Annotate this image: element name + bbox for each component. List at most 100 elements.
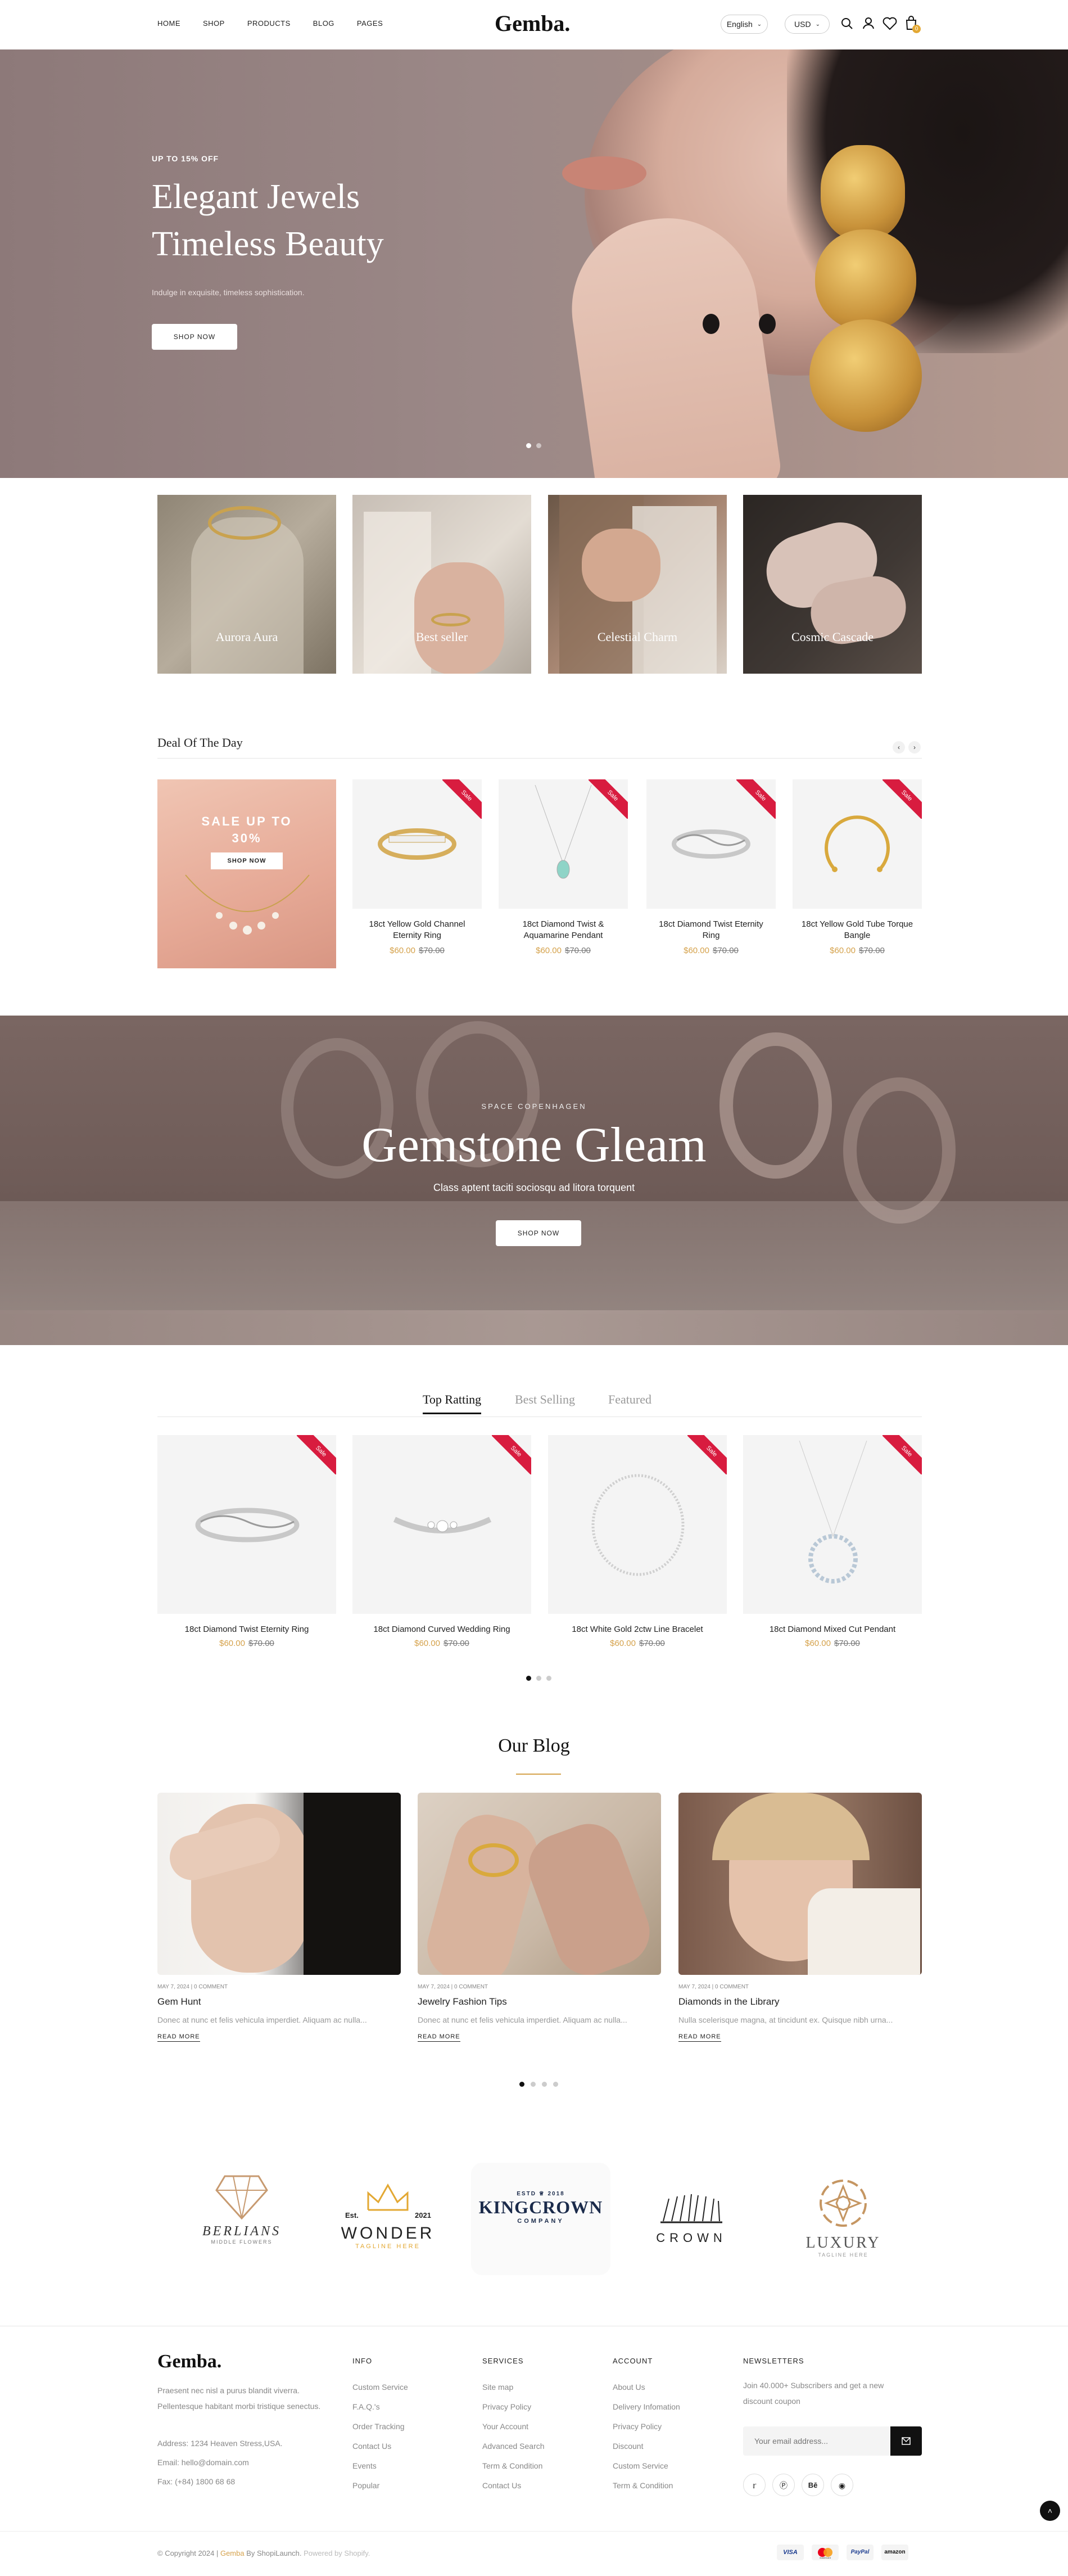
product-name[interactable]: 18ct Diamond Mixed Cut Pendant [743,1624,922,1635]
promo-shop-button[interactable]: SHOP NOW [211,852,283,869]
newsletter-email-input[interactable] [743,2426,889,2456]
banner-shop-button[interactable]: SHOP NOW [496,1220,581,1246]
category-card-celestial-charm[interactable]: Celestial Charm [548,495,727,674]
blog-dot-active[interactable] [519,2082,524,2087]
product-image[interactable]: Sale [499,779,628,909]
brand-logo-wonder[interactable]: Est. 2021 WONDER TAGLINE HERE [320,2182,455,2266]
tab-best-selling[interactable]: Best Selling [515,1392,575,1407]
language-select[interactable]: English ⌄ [721,15,768,34]
footer-link[interactable]: Delivery Infomation [613,2397,725,2417]
blog-image[interactable] [678,1793,922,1975]
deal-promo-card[interactable]: SALE UP TO 30% SHOP NOW [157,779,336,968]
products-dot[interactable] [546,1676,551,1681]
category-card-cosmic-cascade[interactable]: Cosmic Cascade [743,495,922,674]
hero-shop-button[interactable]: SHOP NOW [152,324,237,350]
currency-select[interactable]: USD ⌄ [785,15,830,34]
blog-card[interactable]: MAY 7, 2024 | 0 COMMENT Gem Hunt Donec a… [157,1793,401,2051]
top-product-card[interactable]: Sale 18ct White Gold 2ctw Line Bracelet … [548,1435,727,1660]
pinterest-icon[interactable]: Ⓟ [772,2474,795,2496]
product-image[interactable]: Sale [548,1435,727,1614]
category-card-best-seller[interactable]: Best seller [352,495,531,674]
deal-product-card[interactable]: Sale 18ct Yellow Gold Channel Eternity R… [352,779,482,965]
product-image[interactable]: Sale [646,779,776,909]
copyright-brand-link[interactable]: Gemba [220,2549,245,2557]
product-image[interactable]: Sale [793,779,922,909]
blog-read-more[interactable]: READ MORE [678,2033,721,2042]
product-name[interactable]: 18ct Diamond Curved Wedding Ring [352,1624,531,1635]
hero-dot[interactable] [536,443,541,448]
footer-link[interactable]: Privacy Policy [613,2417,725,2437]
nav-products[interactable]: PRODUCTS [247,19,291,28]
footer-link[interactable]: Privacy Policy [482,2397,595,2417]
deal-product-card[interactable]: Sale 18ct Diamond Twist Eternity Ring $6… [646,779,776,965]
product-image[interactable]: Sale [157,1435,336,1614]
blog-post-title[interactable]: Diamonds in the Library [678,1996,780,2007]
product-name[interactable]: 18ct White Gold 2ctw Line Bracelet [548,1624,727,1635]
top-product-card[interactable]: Sale 18ct Diamond Curved Wedding Ring $6… [352,1435,531,1660]
nav-pages[interactable]: PAGES [357,19,383,28]
tab-featured[interactable]: Featured [608,1392,651,1407]
brand-logo-kingcrown[interactable]: ESTD ♕ 2018 KINGCROWN COMPANY [471,2163,610,2275]
product-name[interactable]: 18ct Yellow Gold Channel Eternity Ring [358,919,476,941]
brand-logo-crown[interactable]: CROWN [624,2193,759,2261]
blog-post-title[interactable]: Jewelry Fashion Tips [418,1996,507,2007]
blog-dot[interactable] [542,2082,547,2087]
footer-link[interactable]: Order Tracking [352,2417,465,2437]
instagram-icon[interactable]: ◉ [831,2474,853,2496]
products-dot[interactable] [536,1676,541,1681]
account-icon[interactable] [862,16,875,30]
search-icon[interactable] [840,17,854,30]
nav-shop[interactable]: SHOP [203,19,225,28]
footer-link[interactable]: Site map [482,2378,595,2397]
footer-link[interactable]: Custom Service [352,2378,465,2397]
twitter-icon[interactable]: 𝕣 [743,2474,766,2496]
brand-logo-berlians[interactable]: BERLIANS MIDDLE FLOWERS [169,2171,315,2266]
wishlist-icon[interactable] [883,17,897,30]
blog-read-more[interactable]: READ MORE [157,2033,200,2042]
nav-blog[interactable]: BLOG [313,19,334,28]
top-product-card[interactable]: Sale 18ct Diamond Mixed Cut Pendant $60.… [743,1435,922,1660]
behance-icon[interactable]: Bē [802,2474,824,2496]
product-name[interactable]: 18ct Diamond Twist Eternity Ring [157,1624,336,1635]
deal-product-card[interactable]: Sale 18ct Diamond Twist & Aquamarine Pen… [499,779,628,965]
footer-link[interactable]: Term & Condition [482,2456,595,2476]
nav-home[interactable]: HOME [157,19,180,28]
footer-link[interactable]: Discount [613,2437,725,2456]
product-image[interactable]: Sale [743,1435,922,1614]
blog-dot[interactable] [553,2082,558,2087]
category-card-aurora-aura[interactable]: Aurora Aura [157,495,336,674]
footer-link[interactable]: Advanced Search [482,2437,595,2456]
footer-link[interactable]: Term & Condition [613,2476,725,2496]
blog-image[interactable] [418,1793,661,1975]
deal-next-button[interactable]: › [908,741,921,754]
blog-card[interactable]: MAY 7, 2024 | 0 COMMENT Diamonds in the … [678,1793,922,2051]
blog-image[interactable] [157,1793,401,1975]
footer-link[interactable]: Contact Us [352,2437,465,2456]
deal-prev-button[interactable]: ‹ [893,741,905,754]
product-name[interactable]: 18ct Yellow Gold Tube Torque Bangle [798,919,916,941]
product-name[interactable]: 18ct Diamond Twist & Aquamarine Pendant [504,919,622,941]
footer-link[interactable]: Popular [352,2476,465,2496]
footer-link[interactable]: Custom Service [613,2456,725,2476]
back-to-top-button[interactable]: ˄ [1040,2501,1060,2521]
footer-logo[interactable]: Gemba. [157,2351,221,2372]
footer-link[interactable]: Events [352,2456,465,2476]
blog-post-title[interactable]: Gem Hunt [157,1996,201,2007]
product-name[interactable]: 18ct Diamond Twist Eternity Ring [652,919,770,941]
footer-link[interactable]: Contact Us [482,2476,595,2496]
tab-top-ratting[interactable]: Top Ratting [423,1392,482,1414]
blog-card[interactable]: MAY 7, 2024 | 0 COMMENT Jewelry Fashion … [418,1793,661,2051]
footer-link[interactable]: F.A.Q.'s [352,2397,465,2417]
blog-dot[interactable] [531,2082,536,2087]
blog-read-more[interactable]: READ MORE [418,2033,460,2042]
footer-link[interactable]: Your Account [482,2417,595,2437]
product-image[interactable]: Sale [352,1435,531,1614]
deal-product-card[interactable]: Sale 18ct Yellow Gold Tube Torque Bangle… [793,779,922,965]
product-image[interactable]: Sale [352,779,482,909]
brand-logo-luxury[interactable]: LUXURY TAGLINE HERE [776,2175,911,2265]
products-dot-active[interactable] [526,1676,531,1681]
hero-dot-active[interactable] [526,443,531,448]
footer-link[interactable]: About Us [613,2378,725,2397]
top-product-card[interactable]: Sale 18ct Diamond Twist Eternity Ring $6… [157,1435,336,1660]
site-logo[interactable]: Gemba. [495,10,570,37]
